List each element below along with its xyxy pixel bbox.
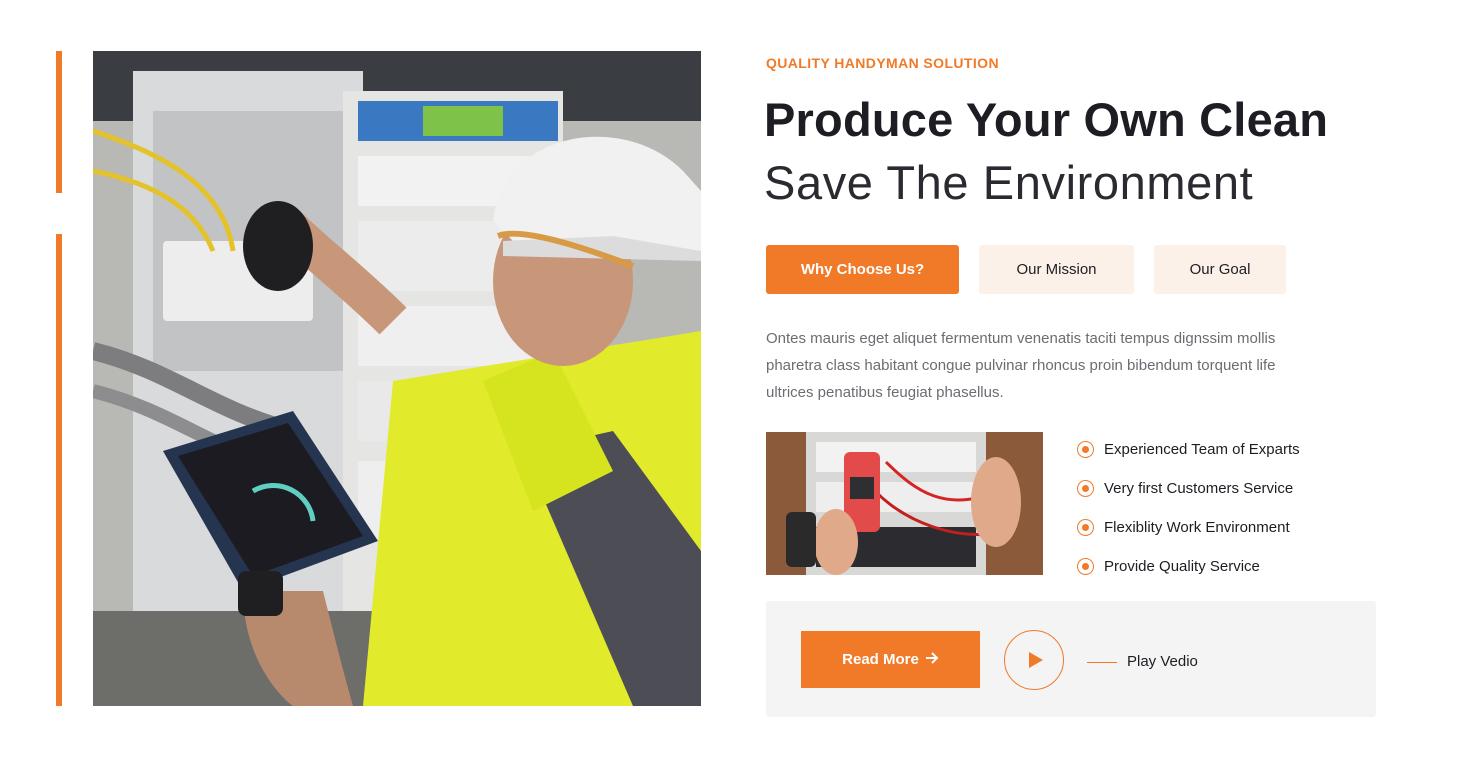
tab-why-choose-us[interactable]: Why Choose Us? bbox=[766, 245, 959, 294]
play-video-button[interactable] bbox=[1004, 630, 1064, 690]
feature-label: Flexiblity Work Environment bbox=[1104, 519, 1290, 536]
feature-label: Experienced Team of Exparts bbox=[1104, 441, 1300, 458]
section-description: Ontes mauris eget aliquet fermentum vene… bbox=[766, 330, 1276, 401]
arrow-right-icon bbox=[925, 651, 939, 669]
list-item: Experienced Team of Exparts bbox=[1077, 430, 1300, 469]
list-item: Provide Quality Service bbox=[1077, 547, 1300, 586]
tab-bar: Why Choose Us? Our Mission Our Goal bbox=[766, 245, 1286, 294]
feature-label: Very first Customers Service bbox=[1104, 480, 1294, 497]
tab-our-goal[interactable]: Our Goal bbox=[1154, 245, 1286, 294]
cta-panel: Read More Play Vedio bbox=[766, 601, 1376, 717]
play-divider-line bbox=[1087, 662, 1117, 663]
list-item: Very first Customers Service bbox=[1077, 469, 1300, 508]
radio-dot-icon bbox=[1077, 480, 1094, 497]
radio-dot-icon bbox=[1077, 558, 1094, 575]
radio-dot-icon bbox=[1077, 441, 1094, 458]
headline-primary: Produce Your Own Clean bbox=[764, 93, 1329, 146]
thumbnail-multimeter-image bbox=[766, 432, 1043, 575]
read-more-button[interactable]: Read More bbox=[801, 631, 980, 688]
hero-image-electrician bbox=[93, 51, 701, 706]
list-item: Flexiblity Work Environment bbox=[1077, 508, 1300, 547]
feature-list: Experienced Team of Exparts Very first C… bbox=[1077, 430, 1300, 586]
headline-secondary: Save The Environment bbox=[764, 156, 1254, 209]
section-eyebrow: QUALITY HANDYMAN SOLUTION bbox=[766, 55, 999, 71]
read-more-label: Read More bbox=[842, 651, 919, 668]
accent-bar-top bbox=[56, 51, 62, 193]
play-video-label[interactable]: Play Vedio bbox=[1127, 653, 1198, 670]
radio-dot-icon bbox=[1077, 519, 1094, 536]
play-icon bbox=[1029, 652, 1043, 668]
feature-label: Provide Quality Service bbox=[1104, 558, 1260, 575]
accent-bar-bottom bbox=[56, 234, 62, 706]
tab-our-mission[interactable]: Our Mission bbox=[979, 245, 1134, 294]
